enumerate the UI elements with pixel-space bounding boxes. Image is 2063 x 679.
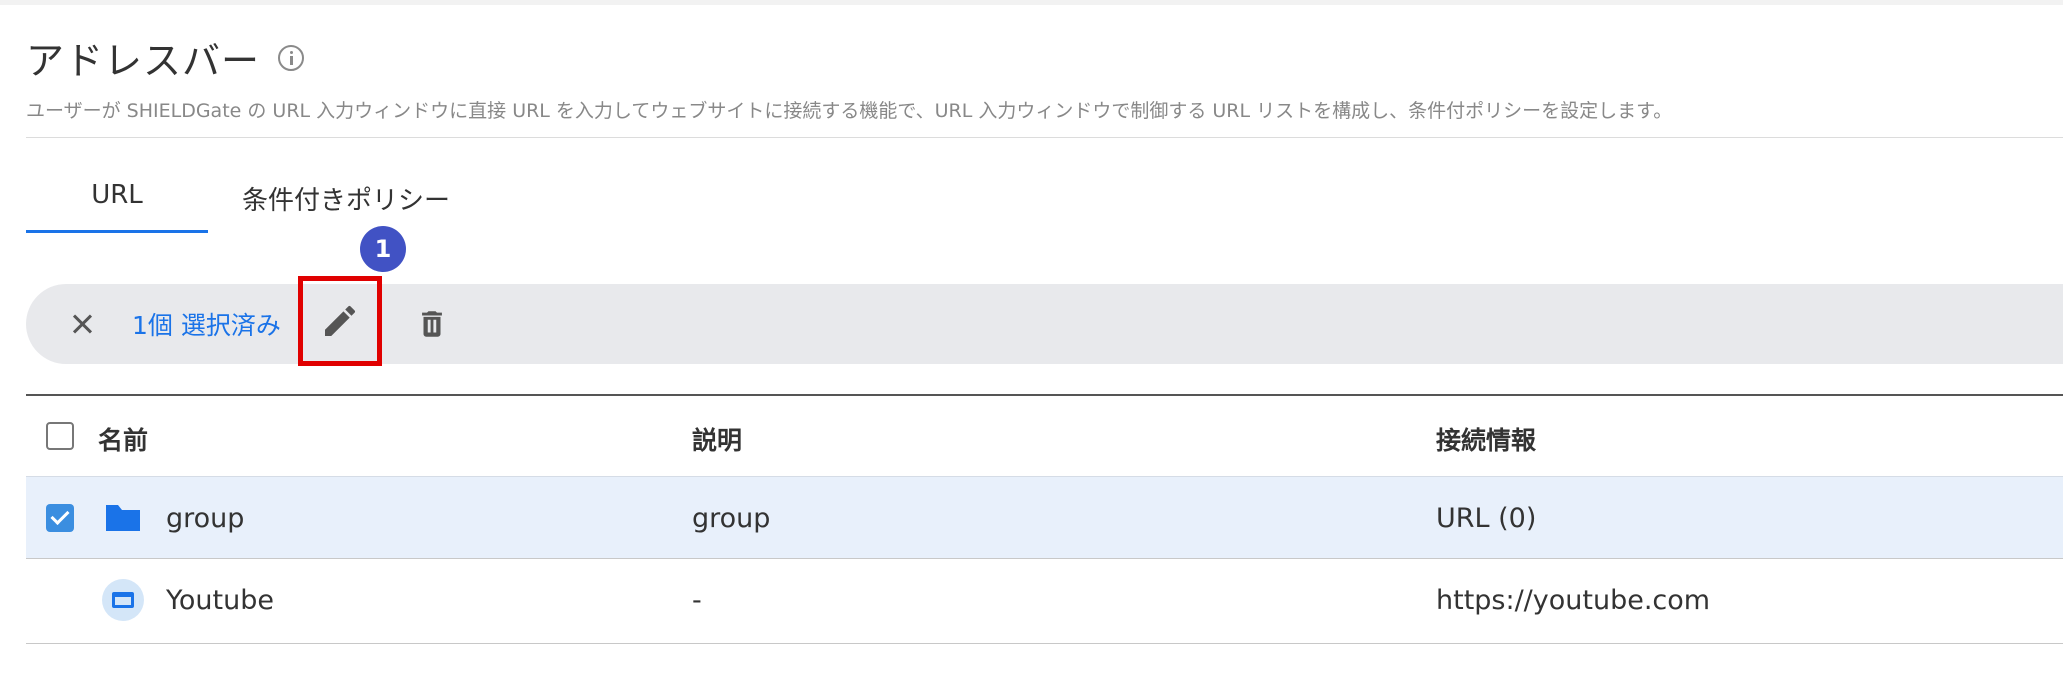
- browser-window-icon: [102, 579, 144, 621]
- page-title-text: アドレスバー: [26, 39, 261, 83]
- folder-icon: [106, 505, 140, 531]
- table-row[interactable]: Youtube - https://youtube.com: [26, 558, 2063, 644]
- pencil-icon: [325, 305, 356, 336]
- active-tab-indicator: [26, 230, 208, 233]
- edit-button[interactable]: [298, 276, 382, 366]
- row-checkbox[interactable]: [46, 504, 74, 532]
- step-badge: 1: [360, 226, 406, 272]
- column-header-name[interactable]: 名前: [98, 421, 148, 457]
- table-row[interactable]: group group URL (0): [26, 476, 2063, 559]
- column-header-connection[interactable]: 接続情報: [1436, 421, 1536, 457]
- select-all-checkbox[interactable]: [46, 422, 74, 450]
- header-divider: [26, 137, 2063, 138]
- row-connection: URL (0): [1436, 503, 1537, 534]
- trash-icon: [422, 311, 442, 337]
- selection-count: 1個 選択済み: [132, 311, 281, 340]
- clear-selection-icon[interactable]: [64, 306, 100, 342]
- table-header: 名前 説明 接続情報: [26, 396, 2063, 476]
- info-icon[interactable]: [278, 44, 305, 71]
- row-description: -: [692, 585, 702, 616]
- column-header-description[interactable]: 説明: [692, 421, 742, 457]
- row-name: Youtube: [166, 585, 274, 616]
- tab-url[interactable]: URL: [26, 180, 208, 232]
- top-divider: [0, 0, 2063, 5]
- row-connection: https://youtube.com: [1436, 585, 1711, 616]
- row-name: group: [166, 503, 245, 534]
- tab-conditional-policy[interactable]: 条件付きポリシー: [242, 180, 450, 217]
- page-description: ユーザーが SHIELDGate の URL 入力ウィンドウに直接 URL を入…: [26, 100, 1673, 122]
- selection-toolbar: 1個 選択済み: [26, 276, 2063, 366]
- delete-button[interactable]: [412, 304, 452, 344]
- page-title: アドレスバー: [26, 30, 305, 85]
- row-description: group: [692, 503, 771, 534]
